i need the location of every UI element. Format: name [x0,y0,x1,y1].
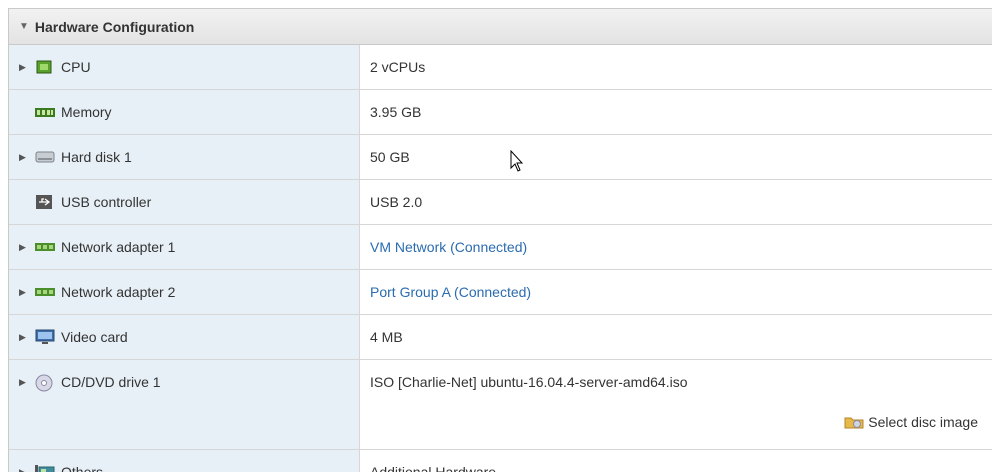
collapse-arrow-icon[interactable]: ▼ [19,21,29,32]
expand-arrow-icon[interactable]: ▶ [19,464,35,472]
row-value: 50 GB [370,149,410,165]
select-disc-image-button[interactable]: Select disc image [844,414,978,430]
hardware-row-hard-disk-1[interactable]: ▶ Hard disk 1 50 GB [9,135,992,180]
row-value: 2 vCPUs [370,59,426,75]
hardware-row-video-card[interactable]: ▶ Video card 4 MB [9,315,992,360]
others-icon [35,464,55,472]
row-value: 3.95 GB [370,104,422,120]
row-label-cell: ▶ Hard disk 1 [9,135,360,179]
network-link[interactable]: VM Network (Connected) [370,239,527,255]
hardware-configuration-panel: ▼ Hardware Configuration ▶ CPU 2 vCPUs ▶… [8,8,992,472]
expand-arrow-icon[interactable]: ▶ [19,284,35,300]
expand-arrow-icon[interactable]: ▶ [19,329,35,345]
section-title: Hardware Configuration [34,18,195,35]
row-label-cell: ▶ CD/DVD drive 1 [9,360,360,449]
network-link[interactable]: Port Group A (Connected) [370,284,531,300]
hardware-row-network-adapter-2[interactable]: ▶ Network adapter 2 Port Group A (Connec… [9,270,992,315]
hardware-row-cpu[interactable]: ▶ CPU 2 vCPUs [9,45,992,90]
select-disc-image-label: Select disc image [868,414,978,430]
expand-arrow-icon[interactable]: ▶ [19,59,35,75]
mouse-pointer-icon [510,150,524,172]
row-label: USB controller [61,194,152,210]
folder-icon [844,414,864,430]
row-value: ISO [Charlie-Net] ubuntu-16.04.4-server-… [370,374,978,430]
row-label: CPU [61,59,91,75]
row-label: Network adapter 1 [61,239,176,255]
hardware-row-others[interactable]: ▶ Others Additional Hardware [9,450,992,472]
row-value: 4 MB [370,329,403,345]
row-label: Hard disk 1 [61,149,132,165]
network-adapter-icon [35,284,55,300]
cd-dvd-icon [35,374,55,392]
row-label-cell: ▶ Others [9,450,360,472]
row-value: Port Group A (Connected) [360,270,992,314]
row-label-cell: ▶ CPU [9,45,360,89]
hardware-row-memory[interactable]: ▶ Memory 3.95 GB [9,90,992,135]
row-value: VM Network (Connected) [360,225,992,269]
video-card-icon [35,329,55,345]
hardware-row-network-adapter-1[interactable]: ▶ Network adapter 1 VM Network (Connecte… [9,225,992,270]
row-label: Network adapter 2 [61,284,176,300]
expand-arrow-icon[interactable]: ▶ [19,239,35,255]
row-label: Memory [61,104,112,120]
expand-arrow-icon[interactable]: ▶ [19,374,35,390]
usb-icon [35,194,55,210]
network-adapter-icon [35,239,55,255]
row-label-cell: ▶ Network adapter 2 [9,270,360,314]
row-label: Others [61,464,104,472]
row-label-cell: ▶ Memory [9,90,360,134]
row-label-cell: ▶ USB controller [9,180,360,224]
row-label-cell: ▶ Video card [9,315,360,359]
expand-arrow-icon[interactable]: ▶ [19,149,35,165]
cpu-icon [35,59,55,75]
memory-icon [35,104,55,120]
hardware-configuration-header[interactable]: ▼ Hardware Configuration [9,9,992,45]
row-label-cell: ▶ Network adapter 1 [9,225,360,269]
hardware-row-usb-controller[interactable]: ▶ USB controller USB 2.0 [9,180,992,225]
hardware-row-cd-dvd-drive-1[interactable]: ▶ CD/DVD drive 1 ISO [Charlie-Net] ubunt… [9,360,992,450]
row-value: Additional Hardware [370,464,497,472]
row-value: USB 2.0 [370,194,423,210]
row-label: CD/DVD drive 1 [61,374,161,390]
hard-disk-icon [35,149,55,165]
row-label: Video card [61,329,128,345]
